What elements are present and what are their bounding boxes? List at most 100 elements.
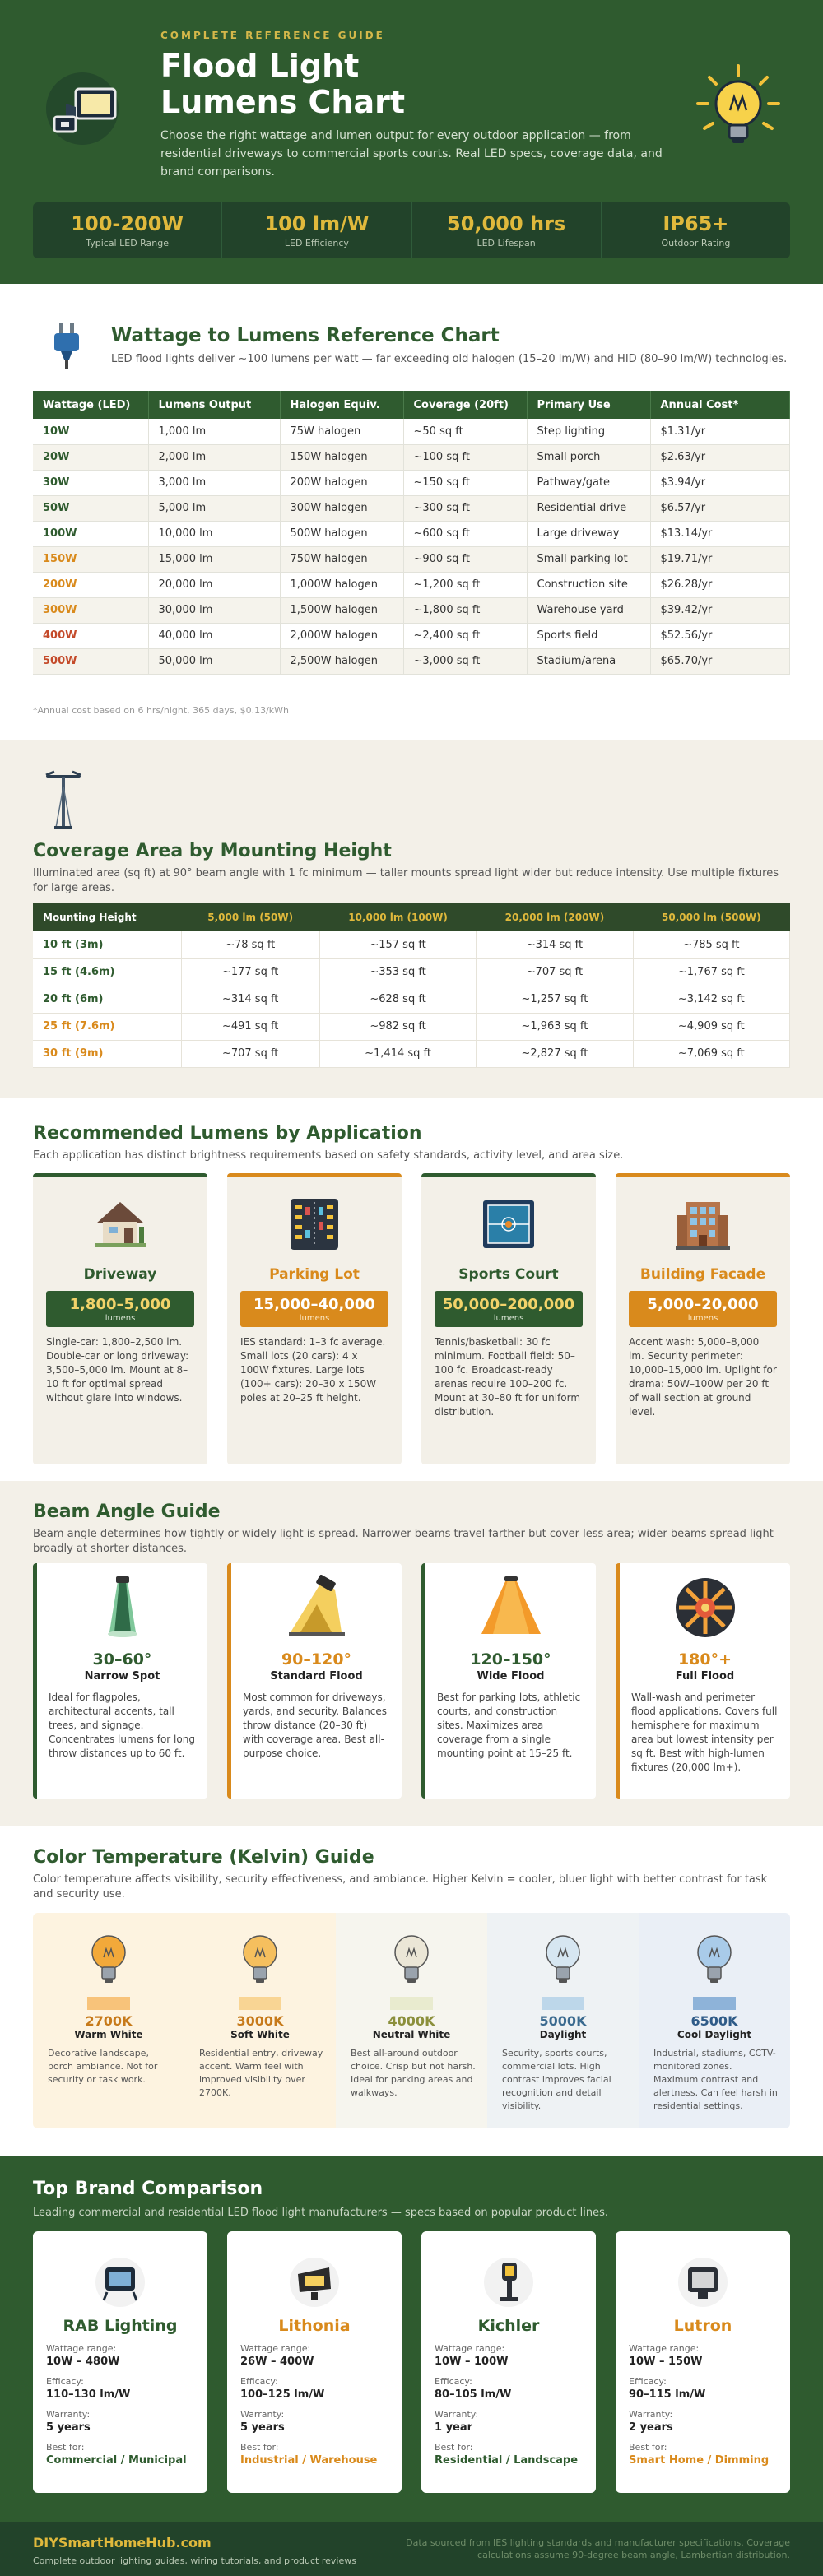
spec-label: Warranty: <box>629 2409 673 2420</box>
table-header-row: Wattage (LED) Lumens Output Halogen Equi… <box>33 391 790 419</box>
table-cell: ~353 sq ft <box>319 958 477 986</box>
table-row: 50W 5,000 lm 300W halogen ~300 sq ft Residen… <box>33 495 790 522</box>
lumen-unit: lumens <box>493 1314 524 1323</box>
color-swatch <box>87 1997 130 2010</box>
column-header: Coverage (20ft) <box>403 391 528 419</box>
best-for-value: Industrial / Warehouse <box>240 2454 378 2467</box>
table-row: 10 ft (3m) ~78 sq ft ~157 sq ft ~314 sq ft ~… <box>33 931 791 959</box>
spec-label: Wattage range: <box>240 2343 311 2354</box>
hero-header: COMPLETE REFERENCE GUIDE Flood Light Lum… <box>0 0 823 284</box>
kelvin-item: 2700K Warm White Decorative landscape, por… <box>33 1913 184 2128</box>
footer: DIYSmartHomeHub.com Complete outdoor lig… <box>0 2522 823 2576</box>
table-cell: ~78 sq ft <box>181 931 320 959</box>
kelvin-description: Residential entry, driveway accent. Warm… <box>199 2048 323 2098</box>
bulb-icon <box>336 1933 487 1990</box>
application-card-sports-court: Sports Court 50,000–200,000 lumens Tennis… <box>421 1173 596 1464</box>
wattage-value: 10W – 480W <box>46 2356 120 2368</box>
footer-site-link[interactable]: DIYSmartHomeHub.com <box>33 2535 212 2550</box>
stat-value: 50,000 hrs <box>447 212 566 235</box>
section-title: Recommended Lumens by Application <box>33 1123 422 1144</box>
brand-name: Kichler <box>477 2317 540 2335</box>
kelvin-value: 5000K <box>539 2013 587 2029</box>
spec-label: Warranty: <box>435 2409 479 2420</box>
application-card-driveway: Driveway 1,800–5,000 lumens Single-car: 1… <box>33 1173 207 1464</box>
brand-name: Lutron <box>673 2317 732 2335</box>
table-cell: Small porch <box>527 444 651 471</box>
bulb-icon <box>33 1933 184 1990</box>
column-header: 50,000 lm (500W) <box>633 903 790 931</box>
beam-card-standard-flood: 90–120° Standard Flood Most common for d… <box>227 1563 402 1799</box>
beam-degrees: 90–120° <box>281 1650 352 1669</box>
wattage-value: 26W – 400W <box>240 2356 314 2368</box>
table-cell: ~2,400 sq ft <box>403 623 528 649</box>
kelvin-value: 3000K <box>236 2013 284 2029</box>
section-description: Beam angle determines how tightly or wid… <box>33 1528 774 1555</box>
lumen-unit: lumens <box>299 1314 330 1323</box>
card-description: Best for parking lots, athletic courts, … <box>437 1692 581 1759</box>
table-row: 20W 2,000 lm 150W halogen ~100 sq ft Small p… <box>33 444 790 471</box>
kelvin-name: Daylight <box>539 2029 587 2040</box>
section-description: Leading commercial and residential LED f… <box>33 2207 608 2219</box>
kelvin-value: 4000K <box>388 2013 435 2029</box>
table-row: 10W 1,000 lm 75W halogen ~50 sq ft Step ligh… <box>33 419 790 445</box>
wattage-cell: 300W <box>33 597 149 624</box>
lumen-badge: 50,000–200,000 lumens <box>435 1291 583 1327</box>
beam-name: Wide Flood <box>477 1670 545 1683</box>
stat-value: 100 lm/W <box>264 212 370 235</box>
table-cell: 2,000W halogen <box>280 623 404 649</box>
kelvin-item: 3000K Soft White Residential entry, drivew… <box>184 1913 336 2128</box>
full-flood-icon <box>620 1575 790 1644</box>
section-title: Wattage to Lumens Reference Chart <box>111 325 500 346</box>
table-cell: 10,000 lm <box>148 521 281 547</box>
kelvin-name: Cool Daylight <box>677 2029 752 2040</box>
card-description: Most common for driveways, yards, and se… <box>243 1692 388 1759</box>
bulb-icon <box>184 1933 336 1990</box>
efficacy-value: 110–130 lm/W <box>46 2388 131 2401</box>
house-icon <box>33 1197 207 1255</box>
column-header: Mounting Height <box>33 903 181 931</box>
brand-section: Top Brand Comparison Leading commercial … <box>0 2156 823 2522</box>
stat-item: 50,000 hrs LED Lifespan <box>412 202 602 258</box>
table-cell: ~4,909 sq ft <box>633 1013 791 1041</box>
bulb-icon <box>487 1933 639 1990</box>
color-swatch <box>542 1997 584 2010</box>
lumen-range: 1,800–5,000 <box>69 1296 171 1313</box>
wattage-value: 10W – 150W <box>629 2356 703 2368</box>
table-cell: $2.63/yr <box>650 444 790 471</box>
table-cell: ~628 sq ft <box>319 986 477 1014</box>
table-cell: $19.71/yr <box>650 546 790 573</box>
table-cell: $39.42/yr <box>650 597 790 624</box>
table-cell: Large driveway <box>527 521 651 547</box>
floodlight-product-icon <box>435 2256 583 2309</box>
spec-label: Best for: <box>435 2442 473 2453</box>
table-cell: ~1,200 sq ft <box>403 572 528 598</box>
table-cell: ~900 sq ft <box>403 546 528 573</box>
spec-label: Efficacy: <box>46 2376 84 2387</box>
table-cell: $65.70/yr <box>650 648 790 675</box>
footnote: *Annual cost based on 6 hrs/night, 365 d… <box>33 705 290 716</box>
table-row: 400W 40,000 lm 2,000W halogen ~2,400 sq ft S… <box>33 623 790 649</box>
footer-tagline: Complete outdoor lighting guides, wiring… <box>33 2555 356 2566</box>
building-icon <box>616 1197 790 1255</box>
table-cell: 75W halogen <box>280 419 404 445</box>
table-cell: 1,000 lm <box>148 419 281 445</box>
wide-flood-icon <box>425 1575 596 1644</box>
table-cell: ~1,800 sq ft <box>403 597 528 624</box>
spec-label: Wattage range: <box>629 2343 700 2354</box>
column-header: Lumens Output <box>148 391 281 419</box>
table-row: 30 ft (9m) ~707 sq ft ~1,414 sq ft ~2,827 s… <box>33 1040 791 1068</box>
beam-card-narrow-spot: 30–60° Narrow Spot Ideal for flagpoles, … <box>33 1563 207 1799</box>
sports-court-icon <box>421 1197 596 1255</box>
table-cell: 20,000 lm <box>148 572 281 598</box>
lumen-range: 15,000–40,000 <box>253 1296 375 1313</box>
page-title: Flood Light Lumens Chart <box>160 48 406 120</box>
kelvin-section: Color Temperature (Kelvin) Guide Color t… <box>0 1826 823 2156</box>
card-description: Accent wash: 5,000–8,000 lm. Security pe… <box>629 1336 777 1418</box>
table-cell: ~707 sq ft <box>181 1040 320 1068</box>
kelvin-name: Warm White <box>74 2029 143 2040</box>
section-title: Color Temperature (Kelvin) Guide <box>33 1847 374 1868</box>
table-cell: ~300 sq ft <box>403 495 528 522</box>
stat-value: IP65+ <box>663 212 729 235</box>
brand-card: Lithonia Wattage range: 26W – 400W Efficacy… <box>227 2231 402 2493</box>
kelvin-description: Security, sports courts, commercial lots… <box>502 2048 611 2111</box>
